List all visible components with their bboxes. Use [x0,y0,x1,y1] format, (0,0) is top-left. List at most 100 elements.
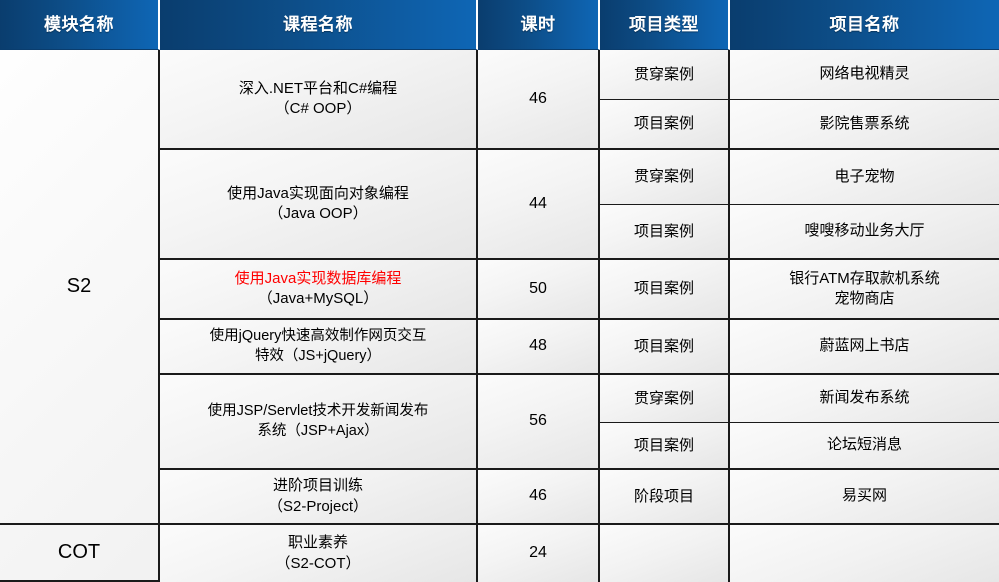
course-name-line2: 系统（JSP+Ajax） [257,422,379,439]
project-name-text: 影院售票系统 [819,114,909,134]
project-name-line2: 宠物商店 [834,290,895,307]
project-type-cell: 项目案例 [600,260,730,320]
project-type-label: 阶段项目 [633,487,694,505]
project-name-text: 论坛短消息 [827,435,902,455]
project-name-line1: 新闻发布系统 [819,389,910,407]
project-name-line1: 蔚蓝网上书店 [819,337,910,355]
project-name-text: 网络电视精灵 [819,64,909,84]
hours-value: 46 [529,487,547,505]
course-name-line2: （C# OOP） [274,100,362,117]
project-name-cell [730,525,999,582]
course-name-cell: 进阶项目训练 （S2-Project） [160,470,478,525]
hours-cell: 48 [478,320,600,375]
course-name-cell: 深入.NET平台和C#编程 （C# OOP） [160,50,478,150]
course-name-line2: （S2-Project） [267,497,369,515]
course-name-cell: 使用Java实现数据库编程 （Java+MySQL） [160,260,478,320]
project-name-text: 易买网 [842,486,887,506]
project-name-cell: 网络电视精灵 [730,50,999,100]
hours-cell: 24 [478,525,600,582]
course-name-text: 使用jQuery快速高效制作网页交互 特效（JS+jQuery） [210,327,427,366]
hours-cell: 44 [478,150,600,260]
project-type-label: 项目案例 [633,436,694,454]
module-label: COT [57,540,101,563]
project-type-label: 项目案例 [633,337,694,355]
project-name-cell: 影院售票系统 [730,100,999,150]
project-name-line1: 银行ATM存取款机系统 [789,269,940,287]
project-name-text: 电子宠物 [834,167,894,187]
project-name-line1: 网络电视精灵 [819,65,910,83]
course-name-line1: 使用Java实现数据库编程 [234,269,402,287]
header-hours: 课时 [478,0,600,50]
course-name-line1: 使用Java实现面向对象编程 [227,184,409,202]
project-name-cell: 论坛短消息 [730,422,999,470]
hours-cell: 50 [478,260,600,320]
project-name-cell: 易买网 [730,470,999,525]
project-name-cell: 电子宠物 [730,150,999,205]
course-name-text: 深入.NET平台和C#编程 （C# OOP） [239,79,397,119]
course-name-cell: 使用jQuery快速高效制作网页交互 特效（JS+jQuery） [160,320,478,375]
header-module-name-label: 模块名称 [44,14,114,34]
project-type-cell: 项目案例 [600,422,730,470]
course-name-line2: （Java+MySQL） [257,290,379,307]
hours-cell: 56 [478,375,600,470]
header-project-name: 项目名称 [730,0,999,50]
project-name-cell: 新闻发布系统 [730,375,999,423]
project-type-cell: 项目案例 [600,205,730,260]
course-name-line1: 职业素养 [287,534,348,552]
module-cell-cot: COT [0,525,160,582]
course-name-line2: （S2-COT） [275,554,361,572]
project-name-cell: 嗖嗖移动业务大厅 [730,205,999,260]
course-name-line2: （Java OOP） [268,205,368,222]
project-name-text: 嗖嗖移动业务大厅 [804,221,924,241]
project-type-cell: 项目案例 [600,100,730,150]
project-name-line1: 影院售票系统 [819,114,910,132]
project-name-cell: 蔚蓝网上书店 [730,320,999,375]
hours-value: 44 [529,194,547,212]
project-name-text: 新闻发布系统 [819,388,909,408]
course-name-text: 职业素养 （S2-COT） [275,533,360,573]
project-type-label: 贯穿案例 [633,389,694,407]
project-type-cell: 阶段项目 [600,470,730,525]
project-type-label: 项目案例 [633,222,694,240]
hours-value: 48 [529,337,547,355]
project-type-label: 项目案例 [633,280,694,298]
course-name-line1: 深入.NET平台和C#编程 [238,79,398,97]
module-cell-s2: S2 [0,50,160,525]
hours-value: 46 [529,89,547,107]
course-name-cell: 职业素养 （S2-COT） [160,525,478,582]
project-type-cell: 项目案例 [600,320,730,375]
course-name-text: 进阶项目训练 （S2-Project） [268,476,368,516]
course-schedule-table: 模块名称 课程名称 课时 项目类型 项目名称 S2 COT 深入.NET平台和C#编程 （C# … [0,0,999,582]
header-course-name-label: 课程名称 [283,14,353,34]
project-name-cell: 银行ATM存取款机系统 宠物商店 [730,260,999,320]
hours-cell: 46 [478,50,600,150]
header-project-name-label: 项目名称 [829,14,900,34]
project-type-label: 贯穿案例 [633,65,694,83]
hours-cell: 46 [478,470,600,525]
header-module-name: 模块名称 [0,0,160,50]
project-type-label: 贯穿案例 [633,168,694,186]
hours-value: 50 [529,279,547,297]
header-project-type: 项目类型 [600,0,730,50]
course-name-text: 使用Java实现面向对象编程 （Java OOP） [227,184,409,224]
project-type-cell: 贯穿案例 [600,50,730,100]
course-name-text: 使用JSP/Servlet技术开发新闻发布 系统（JSP+Ajax） [208,402,429,441]
course-name-cell: 使用JSP/Servlet技术开发新闻发布 系统（JSP+Ajax） [160,375,478,470]
course-name-cell: 使用Java实现面向对象编程 （Java OOP） [160,150,478,260]
project-type-label: 项目案例 [633,115,694,133]
project-name-line1: 电子宠物 [834,167,895,185]
project-type-cell [600,525,730,582]
project-name-text: 银行ATM存取款机系统 宠物商店 [789,269,940,309]
header-course-name: 课程名称 [160,0,478,50]
hours-value: 24 [529,544,547,562]
project-name-line1: 论坛短消息 [826,436,902,454]
hours-value: 56 [529,412,547,430]
course-name-line1: 进阶项目训练 [272,477,363,495]
course-name-line1: 使用JSP/Servlet技术开发新闻发布 [207,403,429,420]
course-name-text: 使用Java实现数据库编程 （Java+MySQL） [235,269,402,309]
course-name-line1: 使用jQuery快速高效制作网页交互 [209,328,427,345]
header-project-type-label: 项目类型 [629,14,699,34]
module-label: S2 [66,274,92,297]
project-name-line1: 嗖嗖移动业务大厅 [804,222,925,240]
project-type-cell: 贯穿案例 [600,150,730,205]
